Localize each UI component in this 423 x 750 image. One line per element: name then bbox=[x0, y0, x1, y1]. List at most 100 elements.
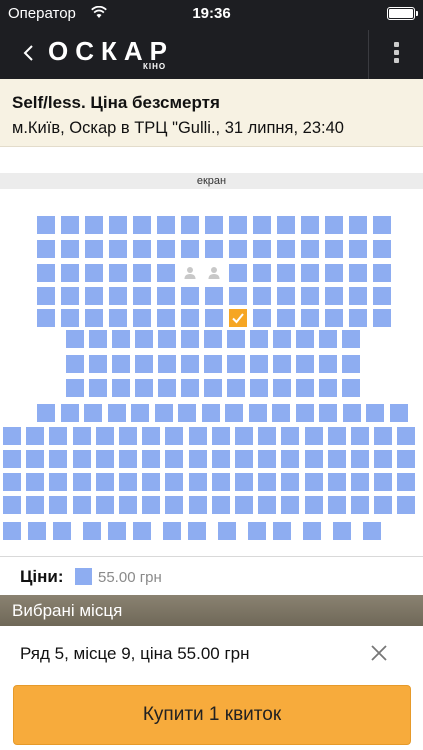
seat[interactable] bbox=[178, 404, 196, 422]
seat[interactable] bbox=[328, 496, 346, 514]
seat[interactable] bbox=[250, 379, 268, 397]
seat[interactable] bbox=[272, 404, 290, 422]
seat[interactable] bbox=[229, 240, 247, 258]
seat[interactable] bbox=[235, 496, 253, 514]
seat[interactable] bbox=[349, 240, 367, 258]
seat[interactable] bbox=[301, 264, 319, 282]
seat[interactable] bbox=[109, 240, 127, 258]
seat[interactable] bbox=[250, 330, 268, 348]
seat[interactable] bbox=[49, 473, 67, 491]
seat[interactable] bbox=[61, 240, 79, 258]
seat[interactable] bbox=[109, 287, 127, 305]
seat[interactable] bbox=[253, 309, 271, 327]
seat[interactable] bbox=[142, 450, 160, 468]
seat[interactable] bbox=[119, 427, 137, 445]
seat[interactable] bbox=[49, 427, 67, 445]
seat[interactable] bbox=[205, 287, 223, 305]
seat[interactable] bbox=[229, 287, 247, 305]
seat[interactable] bbox=[85, 309, 103, 327]
seat[interactable] bbox=[281, 496, 299, 514]
seat[interactable] bbox=[181, 355, 199, 373]
seat[interactable] bbox=[61, 216, 79, 234]
seat[interactable] bbox=[3, 496, 21, 514]
seat[interactable] bbox=[37, 287, 55, 305]
seat[interactable] bbox=[229, 216, 247, 234]
seat[interactable] bbox=[135, 330, 153, 348]
seat[interactable] bbox=[281, 473, 299, 491]
seat[interactable] bbox=[131, 404, 149, 422]
seat[interactable] bbox=[165, 427, 183, 445]
seat[interactable] bbox=[204, 355, 222, 373]
seat[interactable] bbox=[328, 473, 346, 491]
seat[interactable] bbox=[373, 309, 391, 327]
seat[interactable] bbox=[349, 309, 367, 327]
seat-selected[interactable] bbox=[229, 309, 247, 327]
seat[interactable] bbox=[61, 404, 79, 422]
seat[interactable] bbox=[84, 404, 102, 422]
seat[interactable] bbox=[181, 240, 199, 258]
seat[interactable] bbox=[342, 330, 360, 348]
seat[interactable] bbox=[189, 427, 207, 445]
seat[interactable] bbox=[109, 264, 127, 282]
seat[interactable] bbox=[229, 264, 247, 282]
seat[interactable] bbox=[163, 522, 181, 540]
seat[interactable] bbox=[158, 355, 176, 373]
seat[interactable] bbox=[181, 309, 199, 327]
seat[interactable] bbox=[374, 473, 392, 491]
seat[interactable] bbox=[373, 264, 391, 282]
seat[interactable] bbox=[218, 522, 236, 540]
seat[interactable] bbox=[390, 404, 408, 422]
seat[interactable] bbox=[158, 379, 176, 397]
seat[interactable] bbox=[133, 264, 151, 282]
seat[interactable] bbox=[53, 522, 71, 540]
seat[interactable] bbox=[325, 240, 343, 258]
seat[interactable] bbox=[73, 427, 91, 445]
seat[interactable] bbox=[133, 309, 151, 327]
seat[interactable] bbox=[3, 450, 21, 468]
seat[interactable] bbox=[96, 450, 114, 468]
seat[interactable] bbox=[349, 287, 367, 305]
seat[interactable] bbox=[66, 330, 84, 348]
seat[interactable] bbox=[296, 404, 314, 422]
seat[interactable] bbox=[397, 473, 415, 491]
seat[interactable] bbox=[204, 379, 222, 397]
seat[interactable] bbox=[373, 287, 391, 305]
seat[interactable] bbox=[66, 355, 84, 373]
seat[interactable] bbox=[96, 427, 114, 445]
seat[interactable] bbox=[253, 287, 271, 305]
seat[interactable] bbox=[61, 287, 79, 305]
seat[interactable] bbox=[37, 216, 55, 234]
seat[interactable] bbox=[85, 287, 103, 305]
buy-ticket-button[interactable]: Купити 1 квиток bbox=[13, 685, 411, 745]
seat[interactable] bbox=[250, 355, 268, 373]
seat[interactable] bbox=[49, 450, 67, 468]
seat[interactable] bbox=[202, 404, 220, 422]
seat[interactable] bbox=[189, 473, 207, 491]
seat[interactable] bbox=[349, 264, 367, 282]
seat[interactable] bbox=[325, 287, 343, 305]
seat[interactable] bbox=[258, 450, 276, 468]
back-button[interactable] bbox=[14, 38, 44, 68]
seat[interactable] bbox=[253, 264, 271, 282]
seat[interactable] bbox=[26, 427, 44, 445]
seat[interactable] bbox=[363, 522, 381, 540]
seat[interactable] bbox=[205, 240, 223, 258]
seat[interactable] bbox=[235, 450, 253, 468]
seat[interactable] bbox=[89, 379, 107, 397]
seat[interactable] bbox=[28, 522, 46, 540]
seat[interactable] bbox=[83, 522, 101, 540]
seat[interactable] bbox=[37, 309, 55, 327]
seat[interactable] bbox=[333, 522, 351, 540]
seat[interactable] bbox=[73, 496, 91, 514]
seat[interactable] bbox=[253, 240, 271, 258]
seat[interactable] bbox=[109, 216, 127, 234]
seat[interactable] bbox=[181, 216, 199, 234]
seat[interactable] bbox=[227, 355, 245, 373]
seat[interactable] bbox=[351, 450, 369, 468]
seat[interactable] bbox=[133, 522, 151, 540]
seat[interactable] bbox=[225, 404, 243, 422]
seat[interactable] bbox=[277, 240, 295, 258]
seat[interactable] bbox=[142, 496, 160, 514]
seat[interactable] bbox=[3, 522, 21, 540]
seat[interactable] bbox=[135, 379, 153, 397]
